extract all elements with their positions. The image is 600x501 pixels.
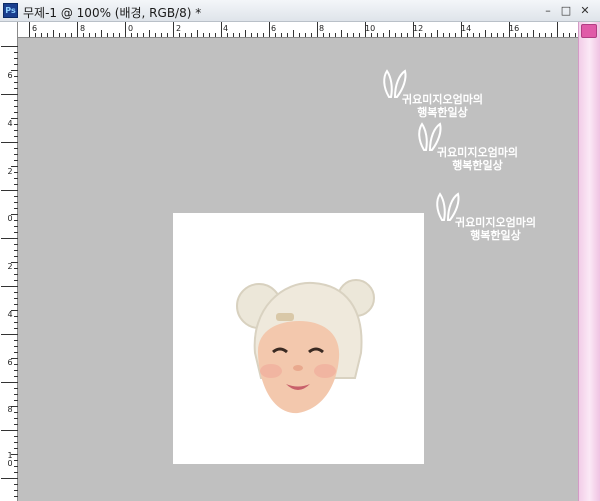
ruler-label: 12 (413, 24, 424, 33)
watermark-1: 귀요미지오엄마의 행복한일상 (383, 67, 500, 119)
ruler-label: 10 (7, 451, 13, 468)
document-title-bar[interactable]: Ps 무제-1 @ 100% (배경, RGB/8) * – □ ✕ (0, 0, 600, 22)
document-title: 무제-1 @ 100% (배경, RGB/8) * (23, 6, 202, 20)
maximize-button[interactable]: □ (558, 3, 574, 18)
ruler-label: 16 (509, 24, 520, 33)
vertical-scrollbar[interactable] (578, 22, 600, 501)
watermark-3: 귀요미지오엄마의 행복한일상 (436, 190, 553, 242)
vertical-ruler[interactable]: 6 4 2 0 2 4 6 8 10 (0, 22, 18, 501)
bunny-ears-icon (418, 122, 442, 151)
ruler-label: 4 (7, 310, 13, 319)
ruler-label: 14 (461, 24, 472, 33)
ruler-label: 6 (271, 24, 277, 33)
ruler-label: 2 (7, 167, 13, 176)
horizontal-ruler[interactable]: 6 8 0 2 4 6 8 10 12 14 16 (18, 22, 600, 38)
ruler-label: 10 (365, 24, 376, 33)
ruler-label: 8 (319, 24, 325, 33)
photoshop-app-icon: Ps (3, 3, 18, 18)
watermark-text-line2: 행복한일상 (452, 159, 503, 172)
ruler-label: 6 (7, 71, 13, 80)
watermark-text-line2: 행복한일상 (417, 106, 468, 119)
ruler-label: 8 (7, 405, 13, 414)
watermark-text-line2: 행복한일상 (470, 229, 521, 242)
watermark-2: 귀요미지오엄마의 행복한일상 (418, 120, 535, 172)
document-canvas[interactable] (173, 213, 424, 464)
ruler-label: 4 (223, 24, 229, 33)
baby-photo-image (236, 279, 375, 414)
ruler-label: 0 (7, 214, 13, 223)
ruler-label: 4 (7, 119, 13, 128)
ruler-label: 2 (176, 24, 182, 33)
scroll-up-button[interactable] (581, 24, 597, 38)
bunny-ears-icon (383, 69, 407, 98)
minimize-button[interactable]: – (540, 3, 556, 18)
ruler-label: 0 (128, 24, 134, 33)
ruler-label: 6 (32, 24, 38, 33)
ruler-label: 8 (80, 24, 86, 33)
ruler-label: 6 (7, 358, 13, 367)
bunny-ears-icon (436, 192, 460, 221)
close-button[interactable]: ✕ (577, 3, 593, 18)
ruler-label: 2 (7, 262, 13, 271)
